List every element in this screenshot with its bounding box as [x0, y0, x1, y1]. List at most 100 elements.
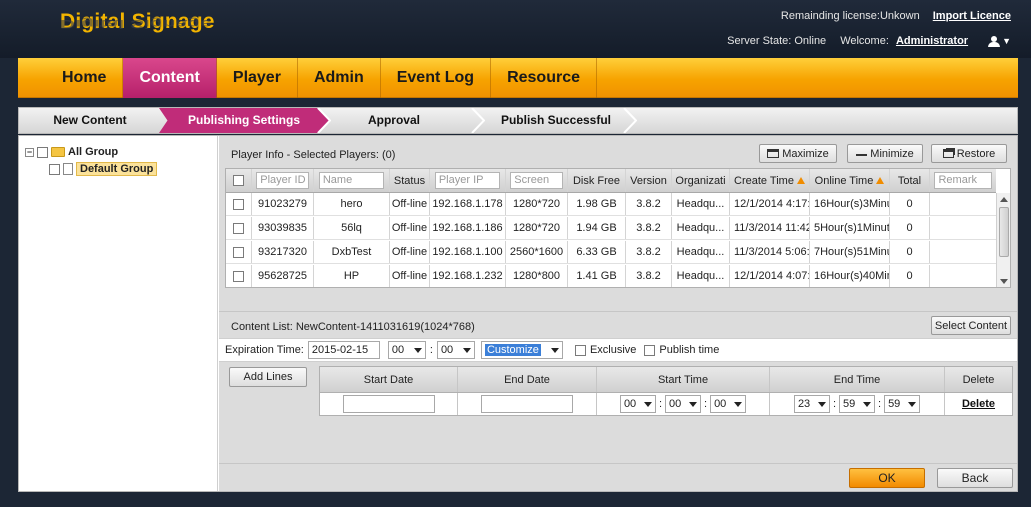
expiration-date-input[interactable]: 2015-02-15: [307, 341, 380, 359]
header-start-date: Start Date: [320, 367, 458, 392]
minimize-label: Minimize: [870, 147, 914, 160]
start-hour-select[interactable]: 00: [619, 395, 656, 413]
table-row[interactable]: 95628725 HP Off-line 192.168.1.232 1280*…: [226, 265, 996, 287]
checkbox[interactable]: [233, 246, 244, 258]
start-date-input[interactable]: [342, 395, 435, 413]
dropdown-arrow-icon: [643, 401, 652, 407]
expiration-mode-select[interactable]: Customize: [480, 341, 563, 359]
tree-node-default-group[interactable]: Default Group: [49, 161, 211, 177]
end-date-input[interactable]: [481, 395, 573, 413]
checkbox[interactable]: [233, 198, 244, 210]
nav-admin[interactable]: Admin: [298, 58, 381, 98]
scroll-up-icon[interactable]: [1000, 197, 1008, 202]
cell-status: Off-line: [390, 241, 430, 263]
cell-total: 0: [890, 193, 930, 215]
header-disk-free[interactable]: Disk Free: [568, 169, 626, 192]
settings-panel: Player Info - Selected Players: (0) Maxi…: [219, 136, 1017, 491]
time-lines-table: Start Date End Date Start Time End Time …: [319, 366, 1013, 416]
tree-node-all-group[interactable]: − All Group: [25, 144, 211, 160]
restore-button[interactable]: Restore: [931, 144, 1007, 163]
cell-version: 3.8.2: [626, 193, 672, 215]
step-approval: Approval: [367, 113, 420, 127]
content-list-bar: Content List: NewContent-1411031619(1024…: [219, 311, 1017, 337]
checkbox[interactable]: [37, 146, 48, 158]
cell-ip: 192.168.1.186: [430, 217, 506, 239]
tree-node-label: All Group: [68, 146, 119, 158]
scroll-thumb[interactable]: [999, 207, 1009, 257]
cell-ip: 192.168.1.178: [430, 193, 506, 215]
end-hour-select[interactable]: 23: [793, 395, 830, 413]
cell-name: DxbTest: [314, 241, 390, 263]
cell-disk: 6.33 GB: [568, 241, 626, 263]
checkbox[interactable]: [233, 270, 244, 282]
cell-org: Headqu...: [672, 217, 730, 239]
expiration-label: Expiration Time:: [225, 344, 304, 356]
back-button[interactable]: Back: [937, 468, 1013, 488]
table-row[interactable]: 93039835 56lq Off-line 192.168.1.186 128…: [226, 217, 996, 240]
cell-remark: [930, 265, 996, 287]
publish-time-checkbox[interactable]: [644, 344, 656, 356]
dropdown-arrow-icon: [863, 401, 871, 407]
add-lines-button[interactable]: Add Lines: [229, 367, 307, 387]
header-organization[interactable]: Organizati: [672, 169, 730, 192]
cell-screen: 1280*720: [506, 193, 568, 215]
filter-screen[interactable]: Screen: [506, 169, 568, 192]
cell-org: Headqu...: [672, 265, 730, 287]
header-total[interactable]: Total: [890, 169, 930, 192]
collapse-icon[interactable]: −: [25, 147, 34, 157]
user-menu-button[interactable]: ▼: [988, 35, 1011, 47]
scroll-down-icon[interactable]: [1000, 279, 1008, 284]
user-link[interactable]: Administrator: [896, 35, 968, 47]
filter-remark[interactable]: Remark: [930, 169, 996, 192]
header-create-time[interactable]: Create Time: [730, 169, 810, 192]
table-scrollbar[interactable]: [996, 193, 1010, 287]
cell-total: 0: [890, 241, 930, 263]
import-licence-link[interactable]: Import Licence: [933, 10, 1011, 22]
start-minute-select[interactable]: 00: [665, 395, 701, 413]
nav-content[interactable]: Content: [123, 58, 217, 98]
dropdown-arrow-icon: [817, 401, 826, 407]
user-icon: [988, 35, 1001, 47]
cell-name: 56lq: [314, 217, 390, 239]
maximize-button[interactable]: Maximize: [759, 144, 837, 163]
nav-resource[interactable]: Resource: [491, 58, 597, 98]
ok-button[interactable]: OK: [849, 468, 925, 488]
dropdown-arrow-icon: [689, 401, 697, 407]
cell-create-time: 11/3/2014 5:06:: [730, 241, 810, 263]
nav-player[interactable]: Player: [217, 58, 298, 98]
header-status[interactable]: Status: [390, 169, 430, 192]
filter-player-ip[interactable]: Player IP: [430, 169, 506, 192]
folder-icon: [51, 147, 65, 157]
dropdown-arrow-icon: [734, 401, 743, 407]
select-content-button[interactable]: Select Content: [931, 316, 1011, 335]
maximize-label: Maximize: [782, 147, 829, 160]
wizard-steps: New Content Publishing Settings Approval…: [18, 107, 1018, 134]
header-version[interactable]: Version: [626, 169, 672, 192]
delete-line-link[interactable]: Delete: [962, 398, 995, 410]
cell-online-time: 7Hour(s)51Minu: [810, 241, 890, 263]
checkbox[interactable]: [233, 175, 244, 186]
end-minute-select[interactable]: 59: [839, 395, 875, 413]
cell-total: 0: [890, 265, 930, 287]
nav-home[interactable]: Home: [18, 58, 124, 98]
header-select-all[interactable]: [226, 169, 252, 192]
start-second-select[interactable]: 00: [710, 395, 747, 413]
minimize-button[interactable]: Minimize: [847, 144, 923, 163]
end-minute-value: 59: [843, 398, 856, 410]
table-row[interactable]: 91023279 hero Off-line 192.168.1.178 128…: [226, 193, 996, 216]
header-online-time[interactable]: Online Time: [810, 169, 890, 192]
end-second-select[interactable]: 59: [884, 395, 921, 413]
checkbox[interactable]: [49, 163, 60, 175]
maximize-icon: [767, 149, 780, 158]
welcome-label: Welcome:: [840, 35, 889, 47]
expiration-hour-select[interactable]: 00: [387, 341, 426, 359]
exclusive-checkbox[interactable]: [574, 344, 586, 356]
checkbox[interactable]: [233, 222, 244, 234]
cell-status: Off-line: [390, 193, 430, 215]
nav-event-log[interactable]: Event Log: [381, 58, 492, 98]
table-row[interactable]: 93217320 DxbTest Off-line 192.168.1.100 …: [226, 241, 996, 264]
filter-name[interactable]: Name: [314, 169, 390, 192]
filter-player-id[interactable]: Player ID: [252, 169, 314, 192]
lines-area: Add Lines Start Date End Date Start Time…: [219, 363, 1017, 463]
expiration-minute-select[interactable]: 00: [436, 341, 475, 359]
